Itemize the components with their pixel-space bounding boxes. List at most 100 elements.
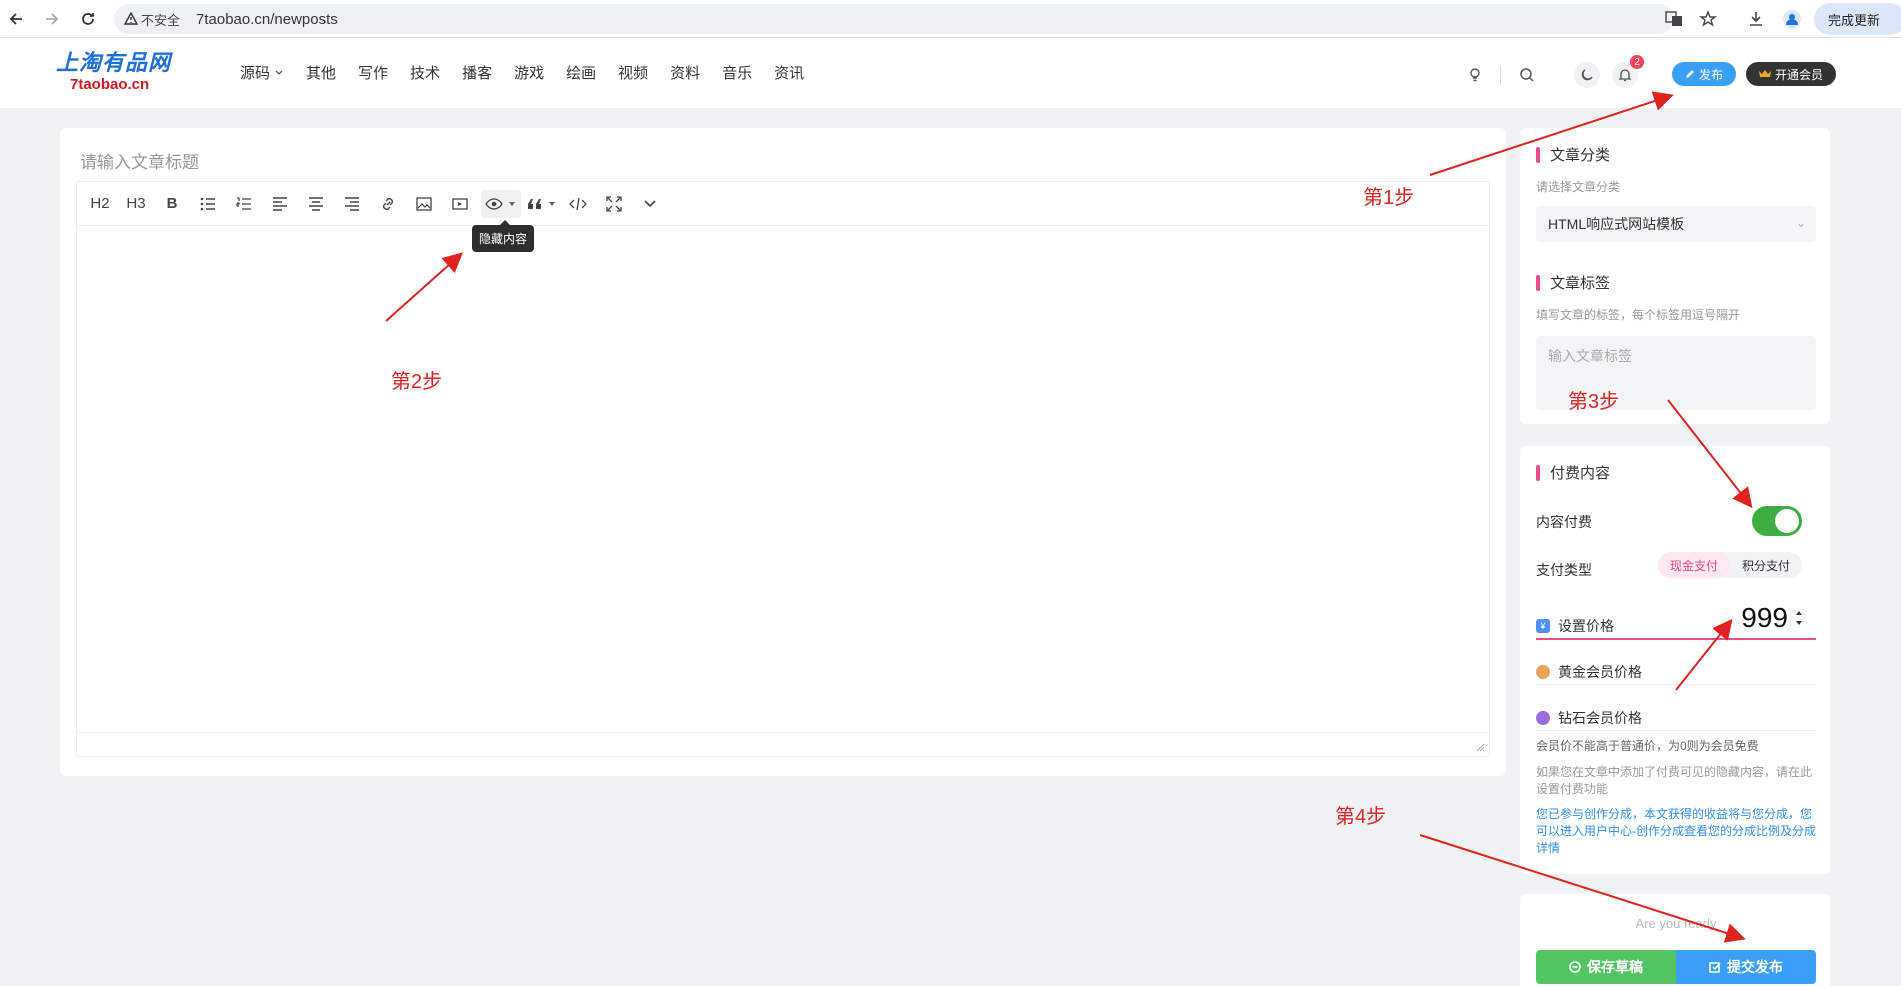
nav-item-other[interactable]: 其他: [306, 62, 336, 83]
profile-icon[interactable]: [1780, 7, 1804, 31]
category-select[interactable]: HTML响应式网站模板 ⌄: [1536, 206, 1816, 242]
nav-item-news[interactable]: 资讯: [774, 62, 804, 83]
tags-heading: 文章标签: [1536, 272, 1610, 293]
security-indicator[interactable]: 不安全: [124, 10, 180, 29]
price-underline: [1536, 638, 1816, 640]
paid-toggle[interactable]: [1752, 506, 1802, 536]
warning-icon: [124, 12, 138, 25]
nav-item-painting[interactable]: 绘画: [566, 62, 596, 83]
spinner-icon[interactable]: [1794, 606, 1804, 630]
h3-button[interactable]: H3: [121, 190, 151, 218]
bold-button[interactable]: B: [157, 190, 187, 218]
reload-icon[interactable]: [76, 7, 100, 31]
submit-publish-button[interactable]: 提交发布: [1676, 950, 1816, 984]
crown-icon: [1758, 70, 1771, 77]
nav-item-video[interactable]: 视频: [618, 62, 648, 83]
diamond-icon: [1536, 711, 1550, 725]
update-button[interactable]: 完成更新: [1814, 3, 1901, 35]
tab-cash-pay[interactable]: 现金支付: [1658, 552, 1730, 578]
bulb-icon[interactable]: [1464, 64, 1486, 86]
browser-toolbar: 不安全 7taobao.cn/newposts 完成更新: [0, 0, 1901, 38]
caret-down-icon: [509, 201, 515, 206]
hide-content-button[interactable]: [481, 189, 521, 218]
editor-box: H2 H3 B: [76, 181, 1490, 757]
edit-check-icon: [1709, 962, 1721, 973]
vip-button[interactable]: 开通会员: [1746, 62, 1836, 86]
bookmark-star-icon[interactable]: [1696, 7, 1720, 31]
tooltip-hidden-content: 隐藏内容: [472, 220, 535, 252]
moon-icon[interactable]: [1574, 62, 1600, 88]
price-input[interactable]: 999: [1741, 602, 1804, 634]
image-icon[interactable]: [409, 190, 439, 218]
hidden-content-note: 如果您在文章中添加了付费可见的隐藏内容，请在此设置付费功能: [1536, 765, 1813, 796]
align-left-icon[interactable]: [265, 190, 295, 218]
bullet-list-icon[interactable]: [193, 190, 223, 218]
back-icon[interactable]: [4, 7, 28, 31]
category-hint: 请选择文章分类: [1536, 180, 1621, 194]
code-icon[interactable]: [563, 190, 593, 218]
nav-item-tech[interactable]: 技术: [410, 62, 440, 83]
paid-heading: 付费内容: [1536, 462, 1610, 483]
yen-icon: ¥: [1536, 619, 1550, 633]
nav-item-source[interactable]: 源码: [240, 62, 284, 83]
editor-toolbar: H2 H3 B: [77, 182, 1489, 226]
submit-actions: 保存草稿 提交发布: [1536, 950, 1816, 984]
price-row[interactable]: ¥ 设置价格 999: [1536, 602, 1816, 636]
category-tags-card: 文章分类 请选择文章分类 HTML响应式网站模板 ⌄ 文章标签 填写文章的标签，每…: [1520, 128, 1830, 424]
gold-medal-icon: [1536, 665, 1550, 679]
annotation-step4: 第4步: [1335, 806, 1387, 828]
fullscreen-icon[interactable]: [599, 190, 629, 218]
logo-text: 上淘有品网: [56, 51, 172, 76]
annotation-step1: 第1步: [1363, 187, 1415, 209]
tags-hint: 填写文章的标签，每个标签用逗号隔开: [1536, 308, 1741, 322]
tab-points-pay[interactable]: 积分支付: [1730, 552, 1802, 578]
nav-item-resources[interactable]: 资料: [670, 62, 700, 83]
url-text: 7taobao.cn/newposts: [196, 10, 338, 28]
publish-button[interactable]: 发布: [1672, 62, 1736, 86]
video-icon[interactable]: [445, 190, 475, 218]
submit-card: Are you ready 保存草稿 提交发布: [1520, 894, 1830, 986]
paid-toggle-row: 内容付费: [1536, 506, 1816, 536]
pay-type-tabs: 现金支付 积分支付: [1658, 552, 1802, 578]
address-bar[interactable]: 不安全 7taobao.cn/newposts: [114, 4, 1674, 34]
nav-item-podcast[interactable]: 播客: [462, 62, 492, 83]
quote-button[interactable]: [527, 190, 557, 218]
resize-handle-icon[interactable]: [1476, 743, 1485, 752]
save-draft-button[interactable]: 保存草稿: [1536, 950, 1676, 984]
gold-underline: [1536, 684, 1816, 685]
site-header: 上淘有品网 7taobao.cn 源码 其他 写作 技术 播客 游戏 绘画 视频…: [0, 38, 1901, 108]
ordered-list-icon[interactable]: [229, 190, 259, 218]
revenue-share-note: 您已参与创作分成，本文获得的收益将与您分成，您可以进入用户中心-创作分成查看您的…: [1536, 807, 1816, 855]
align-right-icon[interactable]: [337, 190, 367, 218]
editor-footer: [77, 732, 1489, 756]
forward-icon[interactable]: [40, 7, 64, 31]
search-icon[interactable]: [1516, 64, 1538, 86]
editor-content-area[interactable]: [77, 226, 1489, 732]
chevron-down-icon: ⌄: [1795, 216, 1806, 230]
diamond-underline: [1536, 730, 1816, 731]
notification-badge: 2: [1630, 55, 1644, 69]
site-logo[interactable]: 上淘有品网 7taobao.cn: [56, 52, 176, 96]
diamond-price-row[interactable]: 钻石会员价格: [1536, 708, 1816, 728]
member-price-note: 会员价不能高于普通价，为0则为会员免费: [1536, 739, 1759, 753]
category-heading: 文章分类: [1536, 144, 1610, 165]
title-input[interactable]: 请输入文章标题: [80, 148, 199, 173]
download-icon[interactable]: [1744, 7, 1768, 31]
link-icon[interactable]: [373, 190, 403, 218]
translate-icon[interactable]: [1662, 7, 1686, 31]
annotation-step2: 第2步: [391, 371, 443, 393]
ready-text: Are you ready: [1635, 916, 1717, 931]
nav-item-writing[interactable]: 写作: [358, 62, 388, 83]
caret-down-icon: [549, 201, 555, 206]
h2-button[interactable]: H2: [85, 190, 115, 218]
header-divider: [1500, 66, 1501, 84]
nav-item-games[interactable]: 游戏: [514, 62, 544, 83]
editor-panel: 请输入文章标题 H2 H3 B 隐藏内容: [60, 128, 1506, 776]
gold-price-row[interactable]: 黄金会员价格: [1536, 662, 1816, 682]
annotation-step3: 第3步: [1568, 391, 1620, 413]
logo-domain: 7taobao.cn: [70, 76, 150, 93]
nav-item-music[interactable]: 音乐: [722, 62, 752, 83]
pencil-icon: [1685, 70, 1694, 78]
align-center-icon[interactable]: [301, 190, 331, 218]
more-chevron-icon[interactable]: [635, 190, 665, 218]
